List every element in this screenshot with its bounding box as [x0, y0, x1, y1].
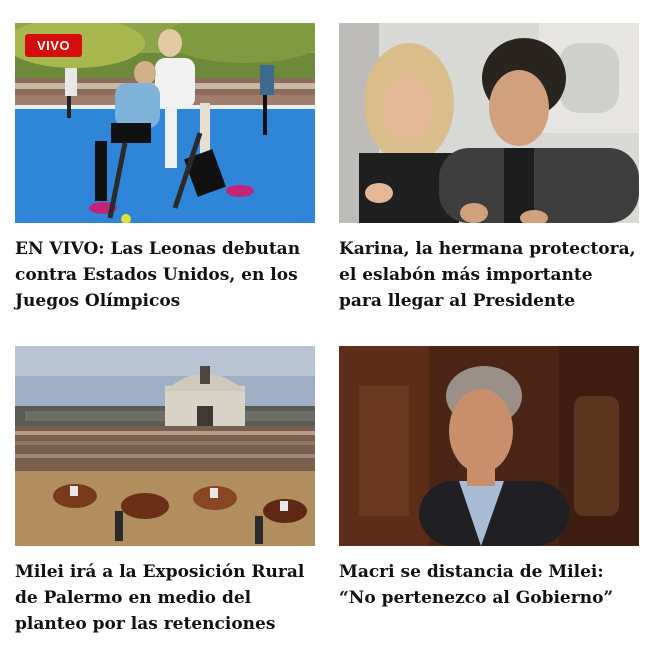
macri-portrait-photo [339, 346, 639, 546]
news-card-rural[interactable]: Milei irá a la Exposición Rural de Paler… [15, 346, 315, 637]
news-image-rural[interactable] [15, 346, 315, 546]
news-grid: VIVO EN VIVO: Las Leonas debutan contra … [0, 0, 652, 661]
news-headline[interactable]: Milei irá a la Exposición Rural de Paler… [15, 559, 315, 637]
news-card-macri[interactable]: Macri se distancia de Milei: “No pertene… [339, 346, 639, 611]
news-headline[interactable]: Macri se distancia de Milei: “No pertene… [339, 559, 639, 611]
news-card-karina[interactable]: Karina, la hermana protectora, el eslabó… [339, 23, 639, 314]
news-image-field-hockey[interactable]: VIVO [15, 23, 315, 223]
live-badge: VIVO [25, 34, 83, 57]
news-headline[interactable]: Karina, la hermana protectora, el eslabó… [339, 236, 639, 314]
rural-exhibition-photo [15, 346, 315, 546]
news-card-leonas[interactable]: VIVO EN VIVO: Las Leonas debutan contra … [15, 23, 315, 314]
news-image-macri[interactable] [339, 346, 639, 546]
news-image-karina[interactable] [339, 23, 639, 223]
karina-milei-photo [339, 23, 639, 223]
news-headline[interactable]: EN VIVO: Las Leonas debutan contra Estad… [15, 236, 315, 314]
